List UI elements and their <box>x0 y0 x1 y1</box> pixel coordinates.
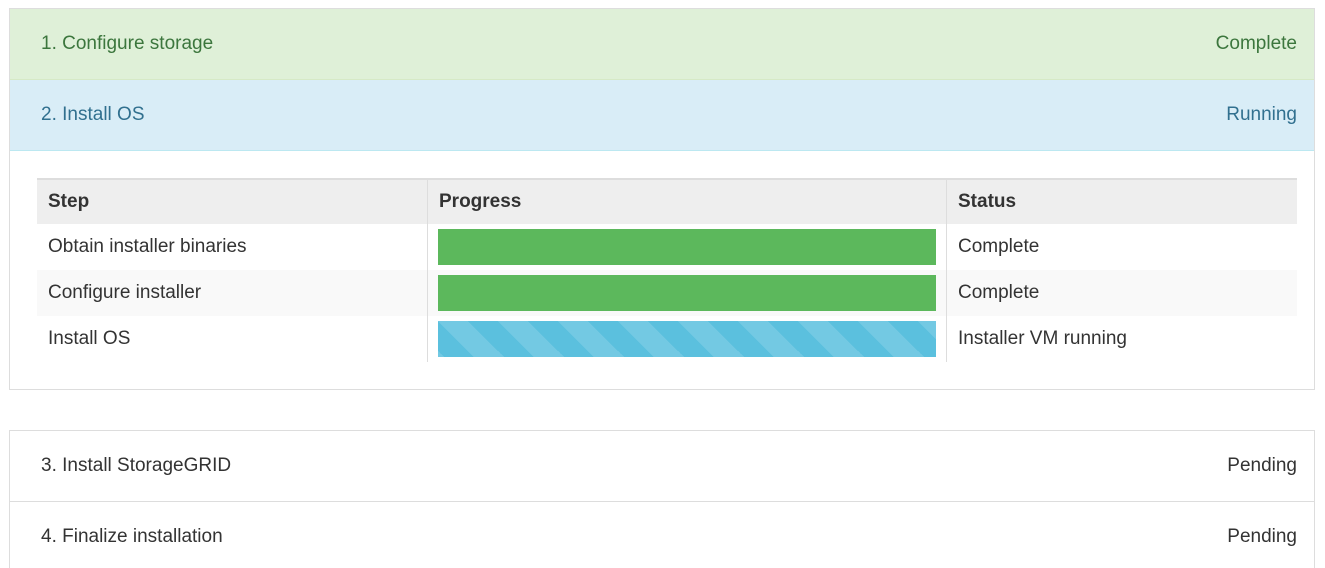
step-name: Configure installer <box>37 270 428 316</box>
install-os-details: Step Progress Status Obtain installer bi… <box>10 151 1314 362</box>
stage-label: 1. Configure storage <box>41 33 214 54</box>
progress-fill <box>438 229 936 265</box>
steps-table: Step Progress Status Obtain installer bi… <box>37 178 1297 362</box>
stage-status: Pending <box>1227 455 1297 476</box>
progress-bar <box>438 321 936 357</box>
step-name: Obtain installer binaries <box>48 236 247 257</box>
table-row: Configure installer Complete <box>37 270 1297 316</box>
step-progress-cell <box>427 224 947 270</box>
installation-progress-page: 1. Configure storage Complete 2. Install… <box>0 0 1325 568</box>
progress-fill <box>438 321 936 357</box>
header-status: Status <box>946 178 1297 224</box>
step-status: Complete <box>958 236 1040 257</box>
stage-install-storagegrid: 3. Install StorageGRID Pending <box>10 431 1314 502</box>
step-progress-cell <box>427 270 947 316</box>
step-progress-cell <box>427 316 947 362</box>
step-status: Complete <box>946 270 1297 316</box>
stage-status: Pending <box>1227 526 1297 547</box>
table-row: Install OS Installer VM running <box>37 316 1297 362</box>
progress-fill <box>438 275 936 311</box>
stage-install-os: 2. Install OS Running <box>10 80 1314 151</box>
step-name: Install OS <box>48 328 131 349</box>
stage-label: 2. Install OS <box>41 104 145 125</box>
table-header-row: Step Progress Status <box>37 178 1297 224</box>
stage-label: 3. Install StorageGRID <box>41 455 232 476</box>
stage-finalize-installation: 4. Finalize installation Pending <box>10 502 1314 568</box>
header-step: Step <box>37 178 428 224</box>
stage-label: 4. Finalize installation <box>41 526 223 547</box>
stages-panel-top: 1. Configure storage Complete 2. Install… <box>9 8 1315 390</box>
stage-status: Complete <box>1215 33 1297 54</box>
stage-status: Running <box>1226 104 1297 125</box>
header-progress: Progress <box>427 178 947 224</box>
progress-bar <box>438 229 936 265</box>
table-row: Obtain installer binaries Complete <box>37 224 1297 270</box>
stages-panel-bottom: 3. Install StorageGRID Pending 4. Finali… <box>9 430 1315 568</box>
step-status: Installer VM running <box>958 328 1127 349</box>
stage-configure-storage: 1. Configure storage Complete <box>10 9 1314 80</box>
progress-bar <box>438 275 936 311</box>
